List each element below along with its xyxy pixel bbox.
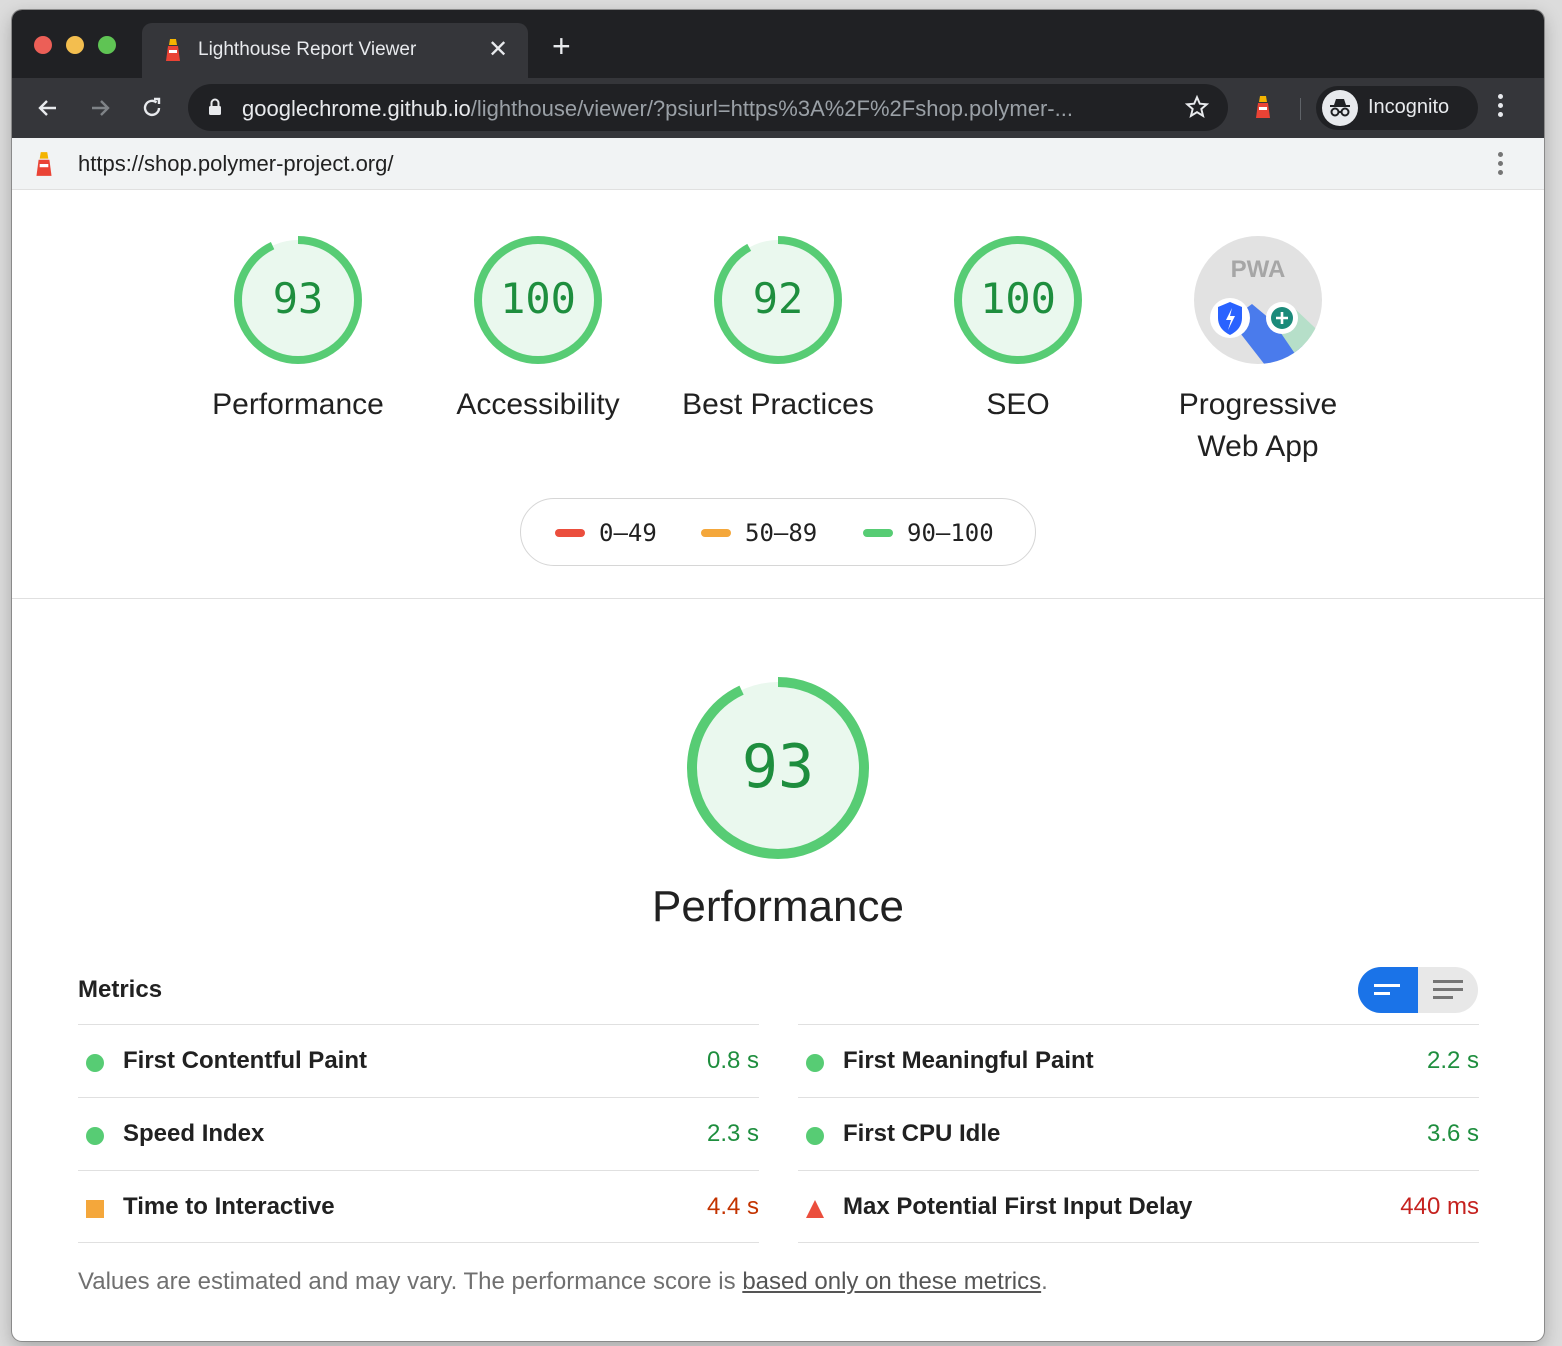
metrics-column-right: First Meaningful Paint 2.2 s First CPU I… [798,1024,1479,1243]
gauge-label: Performance [212,388,384,421]
tab-lighthouse-report-viewer[interactable]: Lighthouse Report Viewer ✕ [142,23,528,78]
gauge-performance[interactable]: 93 Performance [178,234,418,426]
gauge-pwa[interactable]: PWA Progressive Web App [1138,234,1378,468]
lighthouse-logo-icon [32,150,56,183]
report-menu-icon[interactable] [1498,152,1506,179]
gauge-label-line1: Progressive [1178,388,1338,421]
gauge-accessibility[interactable]: 100 Accessibility [418,234,658,426]
address-url: googlechrome.github.io/lighthouse/viewer… [242,96,1073,122]
metrics-view-toggle[interactable] [1358,967,1478,1013]
metric-value: 440 ms [1400,1193,1479,1220]
metric-row: First Meaningful Paint 2.2 s [798,1024,1479,1097]
metric-name: Max Potential First Input Delay [843,1193,1193,1220]
close-window-button[interactable] [34,36,52,54]
pass-dot-icon [806,1054,824,1072]
pass-dot-icon [86,1127,104,1145]
score-legend: 0–49 50–89 90–100 [520,498,1036,566]
legend-range: 0–49 [599,519,657,547]
address-bar[interactable]: googlechrome.github.io/lighthouse/viewer… [188,84,1228,131]
close-tab-icon[interactable]: ✕ [488,35,508,64]
performance-score: 93 [741,732,815,802]
metrics-column-left: First Contentful Paint 0.8 s Speed Index… [78,1024,759,1243]
metric-name: Time to Interactive [123,1193,335,1220]
pass-dot-icon [806,1127,824,1145]
metric-row: Max Potential First Input Delay 440 ms [798,1170,1479,1243]
maximize-window-button[interactable] [98,36,116,54]
metric-row: Time to Interactive 4.4 s [78,1170,759,1243]
tab-title: Lighthouse Report Viewer [198,39,417,60]
gauge-score: 92 [752,274,804,323]
legend-swatch [555,529,585,537]
legend-item-average: 50–89 [701,519,817,547]
tab-strip: Lighthouse Report Viewer ✕ + [12,10,1544,78]
gauge-label: Accessibility [456,388,620,421]
gauge-label: Best Practices [682,388,874,421]
gauge-label: SEO [986,388,1050,421]
browser-toolbar: googlechrome.github.io/lighthouse/viewer… [12,78,1544,138]
metric-row: Speed Index 2.3 s [78,1097,759,1170]
toolbar-divider [1300,98,1301,120]
expanded-view-button[interactable] [1418,967,1478,1013]
forward-arrow-icon[interactable] [82,90,118,126]
pwa-badge-text: PWA [1230,256,1286,283]
gauge-seo[interactable]: 100 SEO [898,234,1138,426]
metric-value: 0.8 s [706,1047,759,1074]
gauge-score: 93 [272,274,324,323]
lighthouse-extension-icon[interactable] [1252,94,1274,125]
gauge-label: Progressive Web App [1138,384,1378,468]
legend-swatch [701,529,731,537]
footnote-link[interactable]: based only on these metrics [742,1268,1041,1295]
metrics-header: Metrics [78,976,163,1003]
footnote-text: Values are estimated and may vary. The p… [78,1268,743,1295]
compact-view-button[interactable] [1358,967,1418,1013]
metric-row: First Contentful Paint 0.8 s [78,1024,759,1097]
legend-item-pass: 90–100 [863,519,994,547]
lock-icon[interactable] [208,98,222,121]
fail-triangle-icon [806,1200,824,1218]
gauge-best-practices[interactable]: 92 Best Practices [658,234,898,426]
metric-value: 3.6 s [1426,1120,1479,1147]
performance-title: Performance [652,882,904,931]
back-arrow-icon[interactable] [30,90,66,126]
legend-range: 90–100 [907,519,994,547]
metric-name: First Contentful Paint [123,1047,367,1074]
metric-name: Speed Index [123,1120,265,1147]
legend-range: 50–89 [745,519,818,547]
section-divider [12,598,1544,599]
minimize-window-button[interactable] [66,36,84,54]
pass-dot-icon [86,1054,104,1072]
footnote-end: . [1041,1268,1048,1295]
browser-window: Lighthouse Report Viewer ✕ + googlechrom… [12,10,1544,1341]
gauge-score: 100 [980,274,1056,323]
incognito-label: Incognito [1368,96,1450,118]
legend-swatch [863,529,893,537]
gauge-score: 100 [500,274,576,323]
metric-value: 2.2 s [1426,1047,1479,1074]
legend-item-fail: 0–49 [555,519,657,547]
browser-menu-icon[interactable] [1498,94,1506,121]
gauge-label-line2: Web App [1197,430,1319,463]
metric-name: First Meaningful Paint [843,1047,1094,1074]
metric-row: First CPU Idle 3.6 s [798,1097,1479,1170]
metrics-footnote: Values are estimated and may vary. The p… [78,1268,1048,1296]
metric-name: First CPU Idle [843,1120,1001,1147]
average-square-icon [86,1200,104,1218]
metric-value: 2.3 s [706,1120,759,1147]
incognito-icon [1322,90,1358,126]
report-topbar: https://shop.polymer-project.org/ [12,138,1544,190]
url-host: googlechrome.github.io [242,96,471,121]
incognito-profile-button[interactable]: Incognito [1316,86,1478,130]
url-path: /lighthouse/viewer/?psiurl=https%3A%2F%2… [470,96,1073,121]
lighthouse-icon [162,37,184,69]
reload-icon[interactable] [134,90,170,126]
metric-value: 4.4 s [706,1193,759,1220]
pwa-badge-icon [1194,236,1322,364]
bookmark-star-icon[interactable] [1184,94,1210,125]
new-tab-button[interactable]: + [552,30,571,62]
report-url[interactable]: https://shop.polymer-project.org/ [78,151,393,177]
